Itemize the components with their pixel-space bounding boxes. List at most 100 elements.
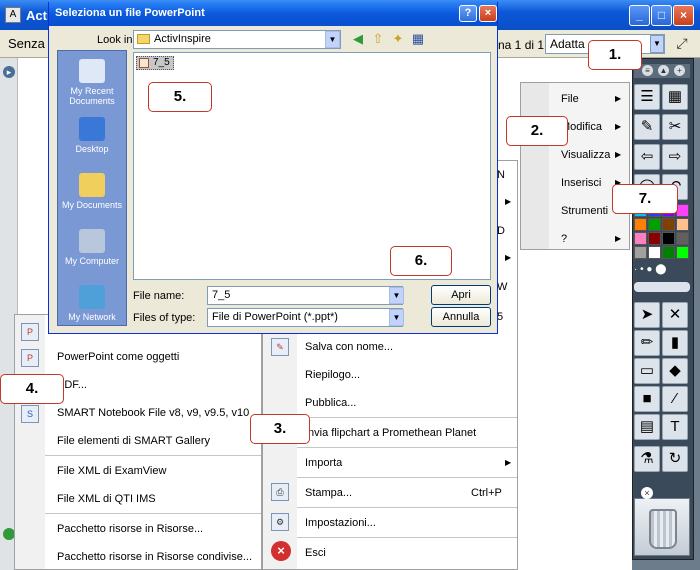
pen-width-icon[interactable]: · • ● ⬤ (634, 264, 690, 276)
color-swatch[interactable] (634, 232, 647, 245)
menu-item-qti[interactable]: File XML di QTI IMS (57, 493, 156, 505)
menu-item-publish[interactable]: Pubblica... (305, 397, 356, 409)
pen-mode-icon[interactable]: ✎ (634, 114, 660, 140)
toolbox-grip-icon[interactable]: ≡ (642, 65, 653, 76)
open-button[interactable]: Apri (431, 285, 491, 305)
color-swatch[interactable] (662, 218, 675, 231)
chevron-down-icon[interactable]: ▼ (389, 287, 404, 304)
powerpoint-icon: P (21, 349, 39, 367)
menu-item-summary[interactable]: Riepilogo... (305, 369, 360, 381)
trash-bin[interactable]: × (634, 487, 690, 556)
color-swatch[interactable] (662, 246, 675, 259)
dialog-close-button[interactable]: × (479, 5, 497, 22)
color-swatch[interactable] (676, 246, 689, 259)
cancel-button[interactable]: Annulla (431, 307, 491, 327)
look-in-select[interactable]: ActivInspire (133, 30, 341, 49)
views-menu-icon[interactable]: ▦ (409, 31, 427, 49)
color-swatch[interactable] (676, 232, 689, 245)
file-type-select[interactable]: File di PowerPoint (*.ppt*) (207, 308, 403, 327)
color-swatch[interactable] (648, 246, 661, 259)
toolbox-up-icon[interactable]: ▲ (658, 65, 669, 76)
document-tab[interactable]: Senza (8, 36, 45, 51)
menu-item-smart-notebook[interactable]: SMART Notebook File v8, v9, v9.5, v10 (57, 407, 249, 419)
menu-item-ppt-objects[interactable]: PowerPoint come oggetti (57, 351, 179, 363)
main-menu-icon[interactable]: ☰ (634, 84, 660, 110)
file-name-input[interactable]: 7_5 (207, 286, 403, 305)
menu-item-send-planet[interactable]: Invia flipchart a Promethean Planet (305, 427, 476, 439)
computer-icon (79, 229, 105, 253)
help-button[interactable]: ? (459, 5, 477, 22)
back-icon[interactable]: ◀ (349, 31, 367, 49)
clapper-icon[interactable]: ▤ (634, 414, 660, 440)
toolbox-header: ≡ ▲ + (634, 64, 690, 78)
menu-item-exit[interactable]: Esci (305, 547, 326, 559)
text-icon[interactable]: T (662, 414, 688, 440)
color-swatch[interactable] (648, 218, 661, 231)
place-network[interactable]: My Network (58, 285, 126, 322)
color-swatch[interactable] (662, 232, 675, 245)
close-icon[interactable]: × (641, 487, 653, 499)
fill-icon[interactable]: ◆ (662, 358, 688, 384)
ppt-file-icon (139, 58, 149, 68)
chevron-down-icon[interactable]: ▼ (389, 309, 404, 326)
up-folder-icon[interactable]: ⇧ (369, 31, 387, 49)
new-folder-icon[interactable]: ✦ (389, 31, 407, 49)
chevron-down-icon[interactable]: ▼ (325, 31, 340, 48)
color-swatch[interactable] (634, 246, 647, 259)
color-swatch[interactable] (648, 232, 661, 245)
place-computer[interactable]: My Computer (58, 229, 126, 266)
browser-icon[interactable]: ▦ (662, 84, 688, 110)
menu-item-file[interactable]: File (561, 93, 579, 105)
clear-icon[interactable]: ⚗ (634, 446, 660, 472)
menu-item-tools[interactable]: Strumenti (561, 205, 608, 217)
refresh-icon[interactable]: ↻ (662, 446, 688, 472)
connector-icon[interactable]: ⁄ (662, 386, 688, 412)
toolbox-add-icon[interactable]: + (674, 65, 685, 76)
menu-separator (297, 477, 517, 478)
browser-toggle-icon[interactable]: ▸ (3, 66, 15, 78)
color-swatch[interactable] (634, 218, 647, 231)
menu-separator (297, 417, 517, 418)
menu-item-print[interactable]: Stampa... (305, 487, 352, 499)
menu-item-import[interactable]: Importa (305, 457, 342, 469)
callout-3: 3. (250, 414, 310, 444)
color-swatch[interactable] (676, 218, 689, 231)
dialog-title: Seleziona un file PowerPoint (55, 7, 205, 19)
maximize-button[interactable]: □ (651, 5, 672, 26)
menu-item-insert[interactable]: Inserisci (561, 177, 601, 189)
chevron-down-icon[interactable]: ▼ (650, 35, 664, 53)
tool-settings-icon[interactable]: ✕ (662, 302, 688, 328)
place-desktop[interactable]: Desktop (58, 117, 126, 154)
close-button[interactable]: × (673, 5, 694, 26)
pen-icon[interactable]: ✏ (634, 330, 660, 356)
place-label: Desktop (75, 144, 109, 154)
place-documents[interactable]: My Documents (58, 173, 126, 210)
next-page-icon[interactable]: ⇨ (662, 144, 688, 170)
highlighter-icon[interactable]: ▮ (662, 330, 688, 356)
shape-icon[interactable]: ■ (634, 386, 660, 412)
eraser-icon[interactable]: ▭ (634, 358, 660, 384)
menu-item-view[interactable]: Visualizza (561, 149, 610, 161)
fullscreen-icon[interactable]: ⤢ (671, 35, 693, 55)
minimize-button[interactable]: _ (629, 5, 650, 26)
app-title: Acti (26, 8, 51, 23)
trash-icon (649, 509, 677, 549)
place-recent[interactable]: My Recent Documents (58, 59, 126, 106)
file-item[interactable]: 7_5 (136, 56, 174, 70)
width-slider[interactable] (634, 282, 690, 292)
previous-page-icon[interactable]: ⇦ (634, 144, 660, 170)
select-icon[interactable]: ➤ (634, 302, 660, 328)
menu-item-examview[interactable]: File XML di ExamView (57, 465, 166, 477)
folder-icon (137, 34, 150, 44)
menu-item-shared-resource-pack[interactable]: Pacchetto risorse in Risorse condivise..… (57, 551, 252, 563)
tools-icon[interactable]: ✂ (662, 114, 688, 140)
menu-item-smart-gallery[interactable]: File elementi di SMART Gallery (57, 435, 210, 447)
file-item-label: 7_5 (153, 57, 170, 68)
dialog-title-bar: Seleziona un file PowerPoint ? × (49, 2, 497, 26)
menu-item-resource-pack[interactable]: Pacchetto risorse in Risorse... (57, 523, 203, 535)
menu-item-help[interactable]: ? (561, 233, 567, 245)
menu-separator (45, 513, 261, 514)
menu-item-save-as[interactable]: Salva con nome... (305, 341, 393, 353)
menu-item-settings[interactable]: Impostazioni... (305, 517, 376, 529)
submenu-arrow-icon: ▶ (505, 253, 512, 262)
